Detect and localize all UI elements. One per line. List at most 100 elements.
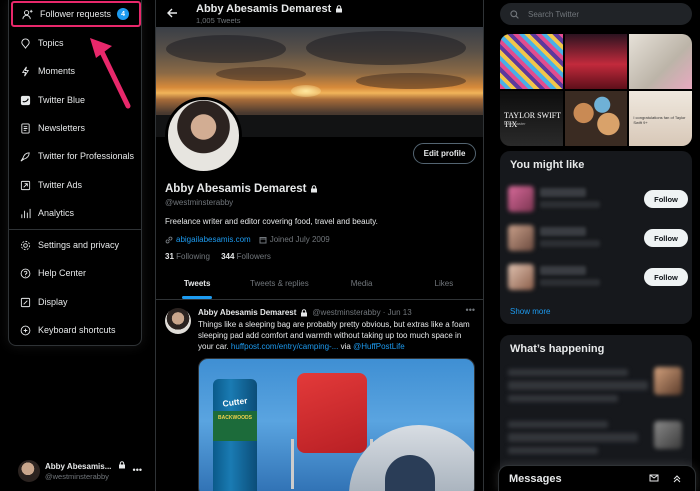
media-tile[interactable] (629, 34, 692, 89)
topics-icon (19, 37, 31, 49)
profile-column: Abby Abesamis Demarest 1,005 Tweets Edit… (155, 0, 484, 491)
tweet-handle-date: @westminsterabby · Jun 13 (312, 308, 412, 317)
annotation-arrow (90, 38, 131, 109)
you-might-like-title: You might like (510, 159, 585, 171)
media-tile[interactable]: I congratulations fan of Taylor Swift 9+ (629, 91, 692, 146)
suggested-account[interactable]: Follow (508, 262, 688, 292)
ads-icon (19, 179, 31, 191)
media-tile[interactable] (500, 34, 563, 89)
twitter-blue-icon (19, 94, 31, 106)
menu-item-label: Keyboard shortcuts (38, 325, 116, 335)
menu-item-settings[interactable]: Settings and privacy (9, 231, 141, 259)
menu-item-twitter-ads[interactable]: Twitter Ads (9, 171, 141, 199)
search-input[interactable]: Search Twitter (500, 3, 692, 25)
gear-icon (19, 239, 31, 251)
suggested-account[interactable]: Follow (508, 184, 688, 214)
menu-item-label: Display (38, 297, 68, 307)
whats-happening-title: What’s happening (510, 343, 605, 355)
search-icon (510, 9, 519, 19)
menu-item-keyboard-shortcuts[interactable]: Keyboard shortcuts (9, 316, 141, 344)
menu-item-label: Moments (38, 66, 76, 76)
profile-name: Abby Abesamis Demarest (165, 183, 318, 195)
menu-item-newsletters[interactable]: Newsletters (9, 114, 141, 142)
follow-button[interactable]: Follow (644, 268, 688, 286)
profile-meta: abigailabesamis.com Joined July 2009 (165, 235, 330, 244)
menu-item-label: Analytics (38, 208, 75, 218)
tweet-header: Abby Abesamis Demarest @westminsterabby … (198, 308, 412, 317)
media-tile[interactable] (564, 34, 628, 89)
keyboard-icon (19, 324, 31, 336)
profile-website-link[interactable]: abigailabesamis.com (176, 235, 251, 244)
link-icon (165, 236, 173, 243)
profile-follow-stats: 31 Following 344 Followers (165, 252, 271, 261)
menu-item-label: Topics (38, 38, 64, 48)
moments-icon (19, 65, 31, 77)
tweet-author-name[interactable]: Abby Abesamis Demarest (198, 308, 296, 317)
profile-handle: @westminsterabby (165, 198, 234, 207)
tweet-more-icon[interactable]: ••• (466, 305, 475, 315)
rocket-icon (19, 150, 31, 162)
menu-item-professionals[interactable]: Twitter for Professionals (9, 142, 141, 170)
menu-item-display[interactable]: Display (9, 288, 141, 316)
account-switcher[interactable]: Abby Abesamis... @westminsterabby ••• (18, 458, 148, 484)
profile-photo[interactable] (165, 97, 242, 174)
lock-icon (301, 308, 308, 316)
menu-item-label: Twitter for Professionals (38, 151, 135, 161)
tweet-mention[interactable]: @HuffPostLife (353, 342, 405, 351)
profile-joined: Joined July 2009 (269, 235, 330, 244)
tweet-avatar[interactable] (165, 308, 191, 334)
menu-item-analytics[interactable]: Analytics (9, 199, 141, 227)
person-add-icon (21, 8, 33, 20)
menu-item-label: Settings and privacy (38, 240, 120, 250)
edit-profile-button[interactable]: Edit profile (413, 143, 476, 164)
suggested-account[interactable]: Follow (508, 223, 688, 253)
show-more-link[interactable]: Show more (510, 307, 550, 316)
tweet-count: 1,005 Tweets (196, 16, 241, 25)
tweet-text: Things like a sleeping bag are probably … (198, 320, 470, 351)
help-icon (19, 267, 31, 279)
tweet[interactable]: Abby Abesamis Demarest @westminsterabby … (156, 300, 483, 491)
calendar-icon (259, 236, 267, 243)
messages-drawer[interactable]: Messages (498, 465, 696, 491)
profile-tabs: Tweets Tweets & replies Media Likes (156, 268, 483, 300)
tab-likes[interactable]: Likes (403, 268, 483, 299)
media-grid: TAYLOR SWIFT TIX ticketmaster I congratu… (500, 34, 692, 146)
lock-icon (118, 461, 125, 469)
menu-item-label: Newsletters (38, 123, 86, 133)
tab-tweets[interactable]: Tweets (156, 268, 238, 299)
account-handle: @westminsterabby (45, 472, 109, 481)
tweet-image[interactable]: Cutter BACKWOODS (198, 358, 475, 491)
new-message-icon[interactable] (649, 473, 659, 483)
lock-icon (336, 5, 343, 13)
menu-item-label: Help Center (38, 268, 87, 278)
tab-tweets-and-replies[interactable]: Tweets & replies (238, 268, 320, 299)
menu-divider (9, 229, 141, 230)
menu-item-label: Twitter Blue (38, 95, 86, 105)
tab-media[interactable]: Media (321, 268, 403, 299)
lock-icon (311, 185, 318, 193)
follow-button[interactable]: Follow (644, 190, 688, 208)
profile-header-bar: Abby Abesamis Demarest 1,005 Tweets (156, 0, 483, 27)
messages-title: Messages (509, 472, 562, 485)
analytics-icon (19, 207, 31, 219)
following-link[interactable]: 31 Following (165, 252, 210, 261)
followers-link[interactable]: 344 Followers (221, 252, 271, 261)
newsletters-icon (19, 122, 31, 134)
avatar (18, 460, 40, 482)
media-tile[interactable] (564, 91, 628, 146)
you-might-like-panel: You might like Follow Follow Follow Show… (500, 151, 692, 324)
account-name: Abby Abesamis... (45, 461, 126, 471)
header-name: Abby Abesamis Demarest (196, 3, 343, 15)
menu-follower-requests[interactable]: Follower requests 4 (11, 1, 141, 27)
back-arrow-icon[interactable] (166, 7, 178, 19)
tweet-link[interactable]: huffpost.com/entry/camping-... (231, 342, 338, 351)
media-tile[interactable]: TAYLOR SWIFT TIX ticketmaster (500, 91, 563, 146)
more-icon: ••• (132, 465, 142, 475)
display-icon (19, 296, 31, 308)
profile-bio: Freelance writer and editor covering foo… (165, 217, 378, 226)
menu-item-help-center[interactable]: Help Center (9, 259, 141, 287)
follower-requests-badge: 4 (117, 8, 130, 20)
follow-button[interactable]: Follow (644, 229, 688, 247)
expand-icon[interactable] (672, 473, 682, 483)
menu-item-label: Twitter Ads (38, 180, 83, 190)
